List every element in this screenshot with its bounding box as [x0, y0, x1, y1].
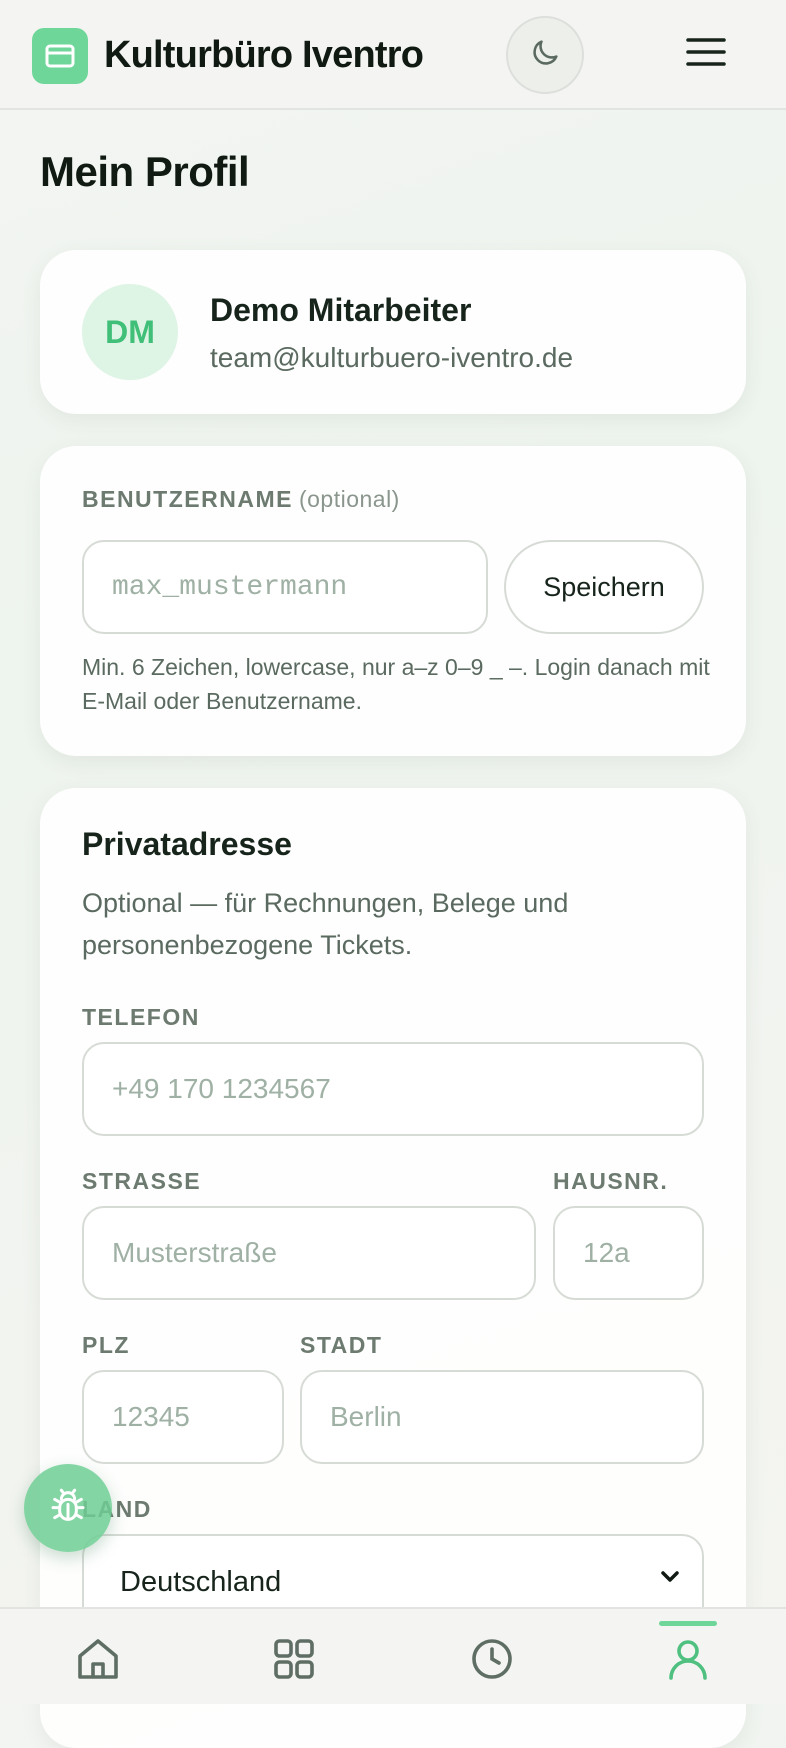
city-input[interactable]	[300, 1370, 704, 1464]
phone-input[interactable]	[82, 1042, 704, 1136]
city-label: STADT	[300, 1332, 383, 1358]
profile-card: DM Demo Mitarbeiter team@kulturbuero-ive…	[40, 250, 746, 414]
nav-history[interactable]	[466, 1635, 518, 1687]
address-title: Privatadresse	[82, 826, 292, 862]
profile-name: Demo Mitarbeiter	[210, 292, 472, 328]
moon-icon	[528, 36, 562, 75]
zip-input[interactable]	[82, 1370, 284, 1464]
street-input[interactable]	[82, 1206, 536, 1300]
house-number-label: HAUSNR.	[553, 1168, 669, 1194]
house-number-input[interactable]	[553, 1206, 704, 1300]
username-input[interactable]	[82, 540, 488, 634]
username-help-text: Min. 6 Zeichen, lowercase, nur a–z 0–9 _…	[82, 654, 710, 714]
country-select-value: Deutschland	[120, 1566, 282, 1598]
theme-toggle-button[interactable]	[506, 16, 584, 94]
save-username-button[interactable]: Speichern	[504, 540, 704, 634]
grid-icon	[270, 1635, 318, 1688]
address-description: Optional — für Rechnungen, Belege und pe…	[82, 888, 569, 960]
menu-button[interactable]	[680, 28, 732, 80]
user-icon	[664, 1635, 712, 1688]
address-card: Privatadresse Optional — für Rechnungen,…	[40, 788, 746, 1748]
hamburger-menu-icon	[686, 37, 726, 72]
nav-grid[interactable]	[268, 1635, 320, 1687]
avatar: DM	[82, 284, 178, 380]
nav-profile[interactable]	[662, 1635, 714, 1687]
profile-email: team@kulturbuero-iventro.de	[210, 342, 574, 373]
bottom-nav	[0, 1607, 786, 1704]
street-label: STRASSE	[82, 1168, 202, 1194]
chevron-down-icon	[660, 1570, 680, 1589]
optional-hint: (optional)	[298, 486, 400, 512]
credit-card-icon[interactable]	[32, 28, 88, 84]
page-title: Mein Profil	[40, 148, 250, 195]
username-label: BENUTZERNAME (optional)	[82, 486, 400, 513]
app-header: Kulturbüro Iventro	[0, 0, 786, 110]
bug-report-button[interactable]	[24, 1464, 112, 1552]
phone-label: TELEFON	[82, 1004, 200, 1030]
brand-name[interactable]: Kulturbüro Iventro	[104, 30, 424, 80]
username-label-text: BENUTZERNAME	[82, 486, 293, 512]
username-card: BENUTZERNAME(optional) Speichern Min. 6 …	[40, 446, 746, 756]
nav-home[interactable]	[72, 1635, 124, 1687]
home-icon	[74, 1635, 122, 1688]
bug-icon	[48, 1486, 88, 1531]
zip-label: PLZ	[82, 1332, 130, 1358]
clock-icon	[468, 1635, 516, 1688]
nav-active-indicator	[659, 1621, 717, 1626]
